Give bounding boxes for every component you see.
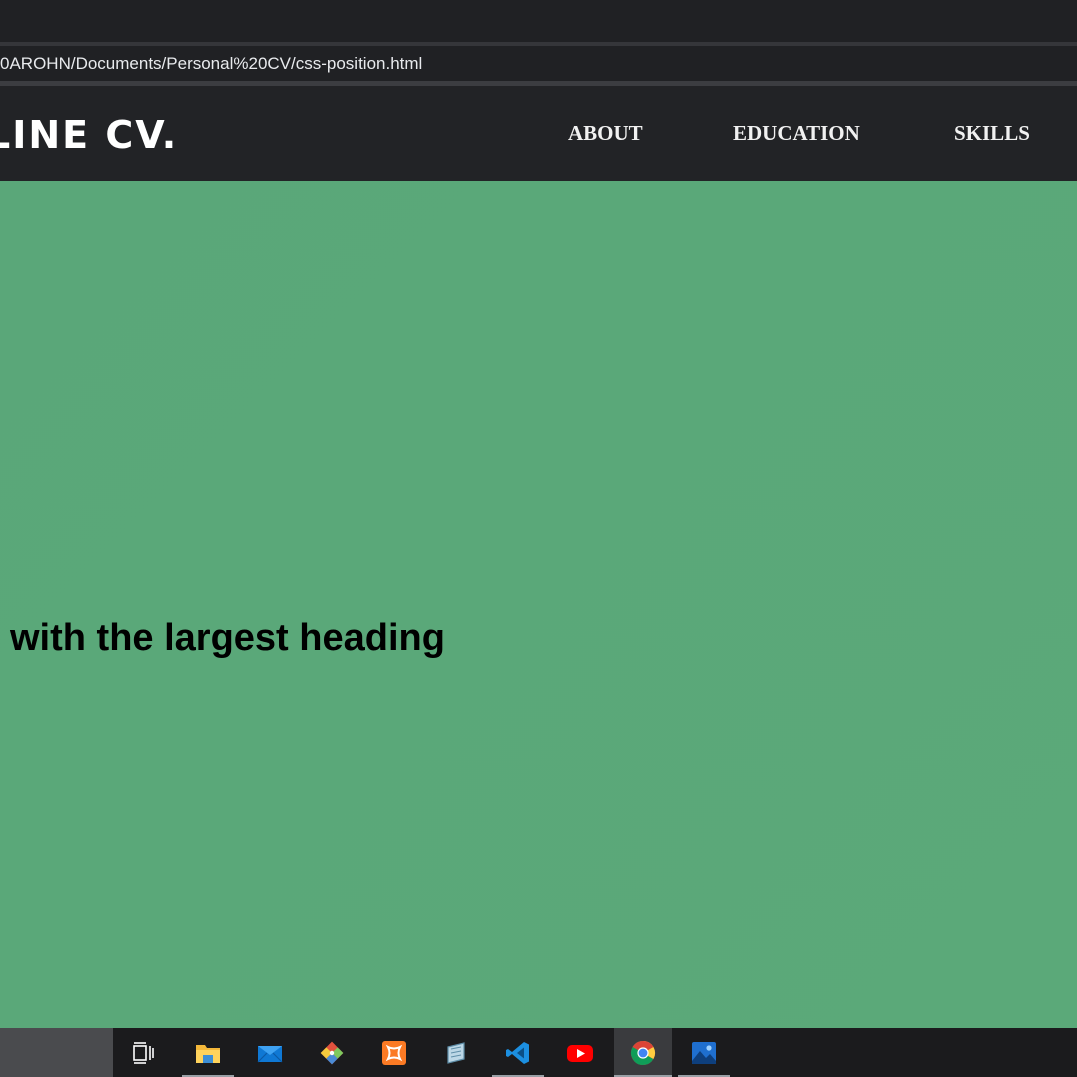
taskbar-vscode[interactable] — [492, 1028, 544, 1077]
nav-education-link[interactable]: EDUCATION — [733, 121, 860, 145]
git-icon — [320, 1041, 344, 1065]
task-view-icon — [133, 1042, 154, 1064]
nav-about-link[interactable]: ABOUT — [568, 121, 643, 145]
address-bar[interactable]: 0AROHN/Documents/Personal%20CV/css-posit… — [0, 46, 1077, 81]
taskbar-xampp[interactable] — [368, 1028, 420, 1077]
hero-heading: with the largest heading — [10, 617, 445, 659]
taskbar-mail[interactable] — [244, 1028, 296, 1077]
mail-icon — [257, 1046, 283, 1063]
taskbar-app[interactable] — [430, 1028, 482, 1077]
taskbar-git[interactable] — [306, 1028, 358, 1077]
taskbar-youtube[interactable] — [554, 1028, 606, 1077]
chrome-icon — [630, 1040, 656, 1066]
screen: 0AROHN/Documents/Personal%20CV/css-posit… — [0, 0, 1077, 1077]
site-header: LINE CV. ABOUT EDUCATION SKILLS — [0, 86, 1077, 181]
nav-skills-link[interactable]: SKILLS — [954, 121, 1030, 145]
taskbar — [0, 1028, 1077, 1077]
app-icon — [447, 1042, 465, 1064]
taskbar-task-view[interactable] — [118, 1028, 170, 1077]
taskbar-search-box[interactable] — [0, 1028, 113, 1077]
photos-icon — [692, 1042, 716, 1064]
taskbar-chrome[interactable] — [614, 1028, 672, 1077]
address-url[interactable]: 0AROHN/Documents/Personal%20CV/css-posit… — [0, 54, 422, 74]
file-explorer-icon — [196, 1045, 220, 1063]
vscode-icon — [506, 1042, 529, 1064]
youtube-icon — [567, 1045, 593, 1062]
page-content: with the largest heading — [0, 181, 1077, 1028]
xampp-icon — [382, 1041, 406, 1065]
browser-tab-strip — [0, 0, 1077, 42]
taskbar-file-explorer[interactable] — [182, 1028, 234, 1077]
taskbar-photos[interactable] — [678, 1028, 730, 1077]
site-logo[interactable]: LINE CV. — [0, 113, 178, 157]
